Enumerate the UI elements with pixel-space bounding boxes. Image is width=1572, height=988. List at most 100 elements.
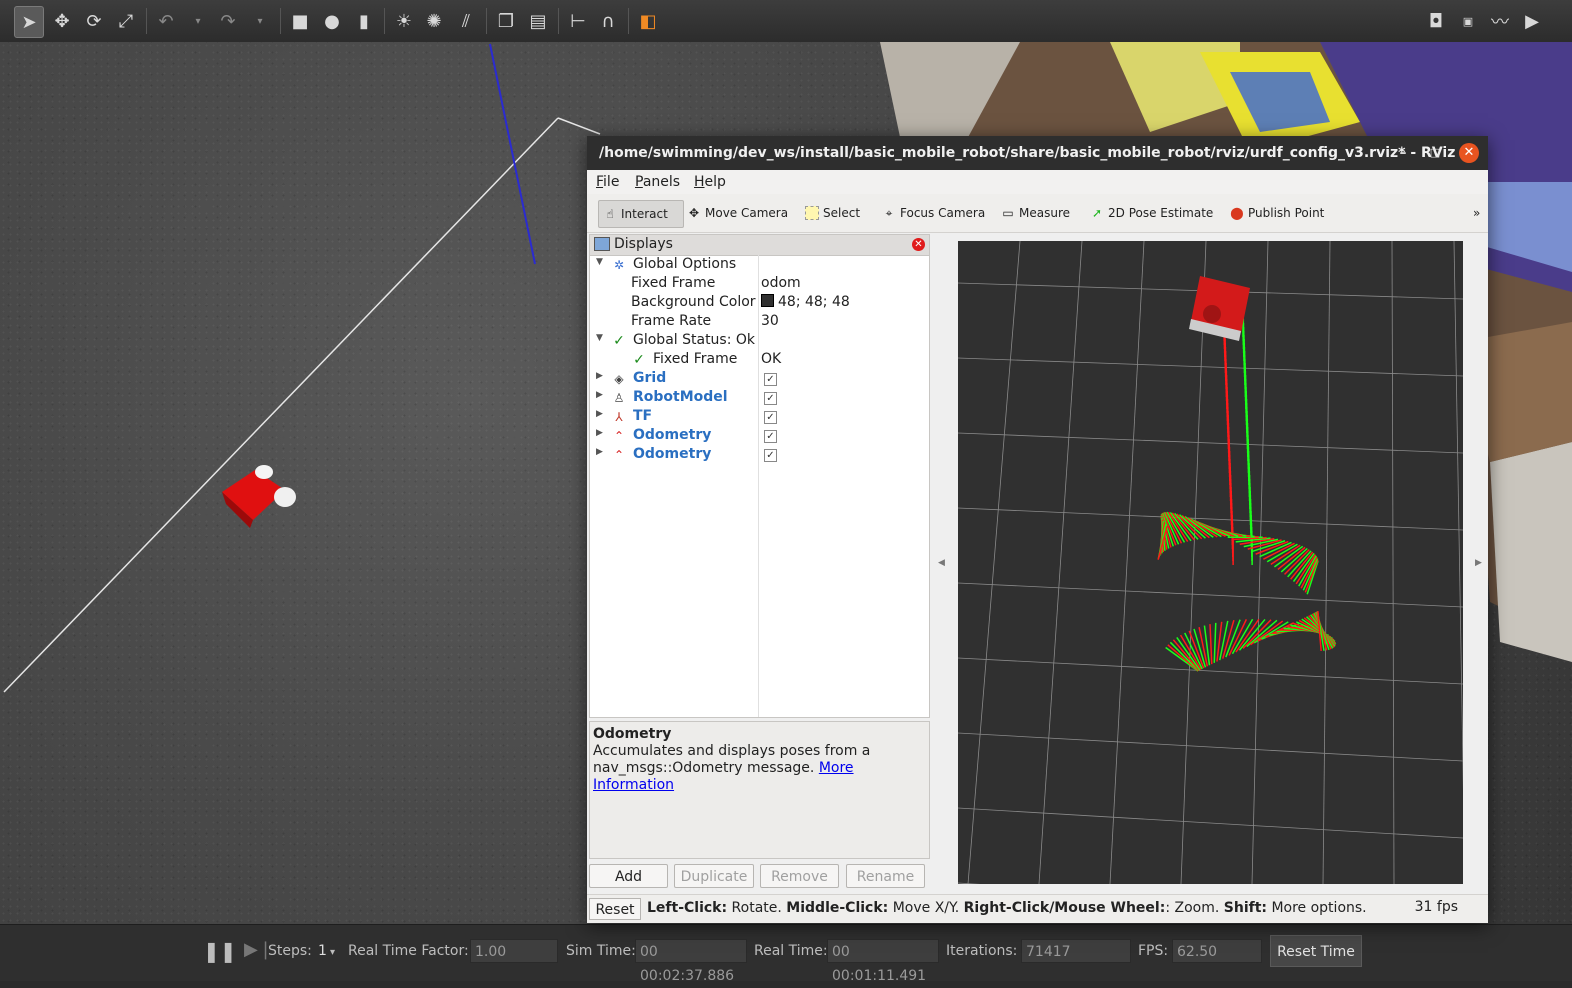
tool-select[interactable]: Select bbox=[801, 200, 864, 226]
tree-row-frame-rate[interactable]: Frame Rate 30 bbox=[590, 313, 929, 332]
undo-icon[interactable]: ↶ bbox=[152, 6, 180, 36]
odometry-arrow bbox=[1209, 624, 1213, 665]
tool-move-camera[interactable]: ✥ Move Camera bbox=[683, 200, 792, 226]
ruler-icon: ▭ bbox=[1002, 206, 1014, 220]
tool-focus-camera[interactable]: ⌖ Focus Camera bbox=[878, 200, 989, 226]
grid-line bbox=[957, 657, 1464, 685]
fixed-frame-value[interactable]: odom bbox=[761, 275, 801, 291]
grid-line bbox=[1109, 240, 1145, 885]
close-icon[interactable]: ✕ bbox=[1459, 143, 1479, 163]
maximize-icon[interactable]: □ bbox=[1425, 143, 1445, 163]
collapse-arrow-icon[interactable]: ▶ bbox=[596, 409, 606, 419]
undo-dropdown-icon[interactable]: ▾ bbox=[184, 6, 212, 36]
collapse-arrow-icon[interactable]: ▶ bbox=[596, 428, 606, 438]
rename-button[interactable]: Rename bbox=[846, 864, 925, 888]
fps-readout: 31 fps bbox=[1414, 899, 1458, 915]
menu-file[interactable]: File bbox=[596, 174, 619, 190]
grid-line bbox=[957, 807, 1464, 839]
steps-value[interactable]: 1 bbox=[318, 943, 327, 959]
sim-time-field: 00 00:02:37.886 bbox=[635, 939, 747, 984]
grid-line bbox=[957, 732, 1464, 762]
middle-click-text: Move X/Y. bbox=[892, 900, 960, 916]
log-icon[interactable]: ▣ bbox=[1454, 6, 1482, 36]
expand-arrow-icon[interactable]: ▼ bbox=[596, 257, 606, 267]
tool-measure-label: Measure bbox=[1019, 206, 1070, 220]
add-button[interactable]: Add bbox=[589, 864, 668, 888]
duplicate-button[interactable]: Duplicate bbox=[674, 864, 754, 888]
collapse-arrow-icon[interactable]: ▶ bbox=[596, 390, 606, 400]
tool-publish-point[interactable]: ⬤ Publish Point bbox=[1226, 200, 1328, 226]
rotate-icon[interactable]: ⟳ bbox=[80, 6, 108, 36]
menu-help[interactable]: Help bbox=[694, 174, 726, 190]
copy-icon[interactable]: ❐ bbox=[492, 6, 520, 36]
grid-line bbox=[1322, 240, 1331, 885]
box-icon[interactable]: ■ bbox=[286, 6, 314, 36]
display-enabled-checkbox[interactable]: ✓ bbox=[764, 449, 777, 462]
tree-row-background-color[interactable]: Background Color 48; 48; 48 bbox=[590, 294, 929, 313]
tool-focus-camera-label: Focus Camera bbox=[900, 206, 986, 220]
scale-icon[interactable]: ⤢ bbox=[112, 6, 140, 36]
color-icon[interactable]: ◧ bbox=[634, 6, 662, 36]
color-swatch bbox=[761, 294, 774, 307]
tree-row-global-options[interactable]: ▼ ✲ Global Options bbox=[590, 256, 929, 275]
remove-button[interactable]: Remove bbox=[760, 864, 839, 888]
odometry-icon: ⌃ bbox=[613, 448, 625, 462]
collapse-arrow-icon[interactable]: ▶ bbox=[596, 447, 606, 457]
background-color-field[interactable]: 48; 48; 48 bbox=[761, 294, 850, 310]
grid-line bbox=[957, 882, 1464, 916]
tree-row-fixed-frame[interactable]: Fixed Frame odom bbox=[590, 275, 929, 294]
tree-row-grid[interactable]: ▶ ◈ Grid ✓ bbox=[590, 370, 929, 389]
align-icon[interactable]: ⊢ bbox=[564, 6, 592, 36]
directional-light-icon[interactable]: ⫽ bbox=[452, 6, 480, 36]
tool-move-camera-label: Move Camera bbox=[705, 206, 789, 220]
expand-arrow-icon[interactable]: ▼ bbox=[596, 333, 606, 343]
toolbar-overflow-icon[interactable]: » bbox=[1469, 200, 1484, 226]
rviz-robot-model bbox=[1189, 276, 1250, 341]
steps-dropdown-icon[interactable]: ▾ bbox=[330, 947, 335, 958]
plot-icon[interactable]: 〰 bbox=[1486, 6, 1514, 36]
reset-time-button[interactable]: Reset Time bbox=[1270, 935, 1362, 967]
collapse-arrow-icon[interactable]: ▶ bbox=[596, 371, 606, 381]
tree-row-odometry-2[interactable]: ▶ ⌃ Odometry ✓ bbox=[590, 446, 929, 465]
cylinder-icon[interactable]: ▮ bbox=[350, 6, 378, 36]
tree-row-tf[interactable]: ▶ ⅄ TF ✓ bbox=[590, 408, 929, 427]
tree-row-odometry-1[interactable]: ▶ ⌃ Odometry ✓ bbox=[590, 427, 929, 446]
display-enabled-checkbox[interactable]: ✓ bbox=[764, 411, 777, 424]
redo-icon[interactable]: ↷ bbox=[214, 6, 242, 36]
tool-measure[interactable]: ▭ Measure bbox=[997, 200, 1074, 226]
magnet-icon[interactable]: ∩ bbox=[594, 6, 622, 36]
close-panel-icon[interactable]: ✕ bbox=[912, 238, 925, 251]
record-video-icon[interactable]: ▶ bbox=[1518, 6, 1546, 36]
frame-rate-value[interactable]: 30 bbox=[761, 313, 779, 329]
grid-line bbox=[1391, 240, 1395, 885]
collapse-right-panel-icon[interactable]: ▶ bbox=[1475, 558, 1482, 568]
tree-row-global-status[interactable]: ▼ ✓ Global Status: Ok bbox=[590, 332, 929, 351]
hand-pointer-icon: ☝ bbox=[606, 207, 614, 221]
display-enabled-checkbox[interactable]: ✓ bbox=[764, 392, 777, 405]
select-arrow-icon[interactable]: ➤ bbox=[14, 6, 44, 38]
menu-panels[interactable]: Panels bbox=[635, 174, 680, 190]
minimize-icon[interactable]: – bbox=[1393, 143, 1413, 163]
display-enabled-checkbox[interactable]: ✓ bbox=[764, 430, 777, 443]
spot-light-icon[interactable]: ✺ bbox=[420, 6, 448, 36]
point-light-icon[interactable]: ☀ bbox=[390, 6, 418, 36]
tree-row-robotmodel[interactable]: ▶ ♙ RobotModel ✓ bbox=[590, 389, 929, 408]
display-enabled-checkbox[interactable]: ✓ bbox=[764, 373, 777, 386]
redo-dropdown-icon[interactable]: ▾ bbox=[246, 6, 274, 36]
pause-icon[interactable]: ❚❚ bbox=[203, 939, 237, 963]
paste-icon[interactable]: ▤ bbox=[524, 6, 552, 36]
tree-row-status-fixed-frame[interactable]: ✓ Fixed Frame OK bbox=[590, 351, 929, 370]
boundary-line bbox=[557, 117, 601, 135]
reset-button[interactable]: Reset bbox=[589, 898, 641, 920]
toolbar-separator bbox=[628, 8, 629, 34]
tool-interact[interactable]: ☝ Interact bbox=[598, 200, 684, 228]
collapse-left-panel-icon[interactable]: ◀ bbox=[938, 558, 945, 568]
render-svg bbox=[957, 240, 1466, 916]
sphere-icon[interactable]: ● bbox=[318, 6, 346, 36]
rviz-render-view[interactable] bbox=[957, 240, 1466, 916]
screenshot-icon[interactable]: ◘ bbox=[1422, 6, 1450, 36]
translate-icon[interactable]: ✥ bbox=[48, 6, 76, 36]
tool-bar: ☝ Interact ✥ Move Camera Select ⌖ Focus … bbox=[587, 194, 1488, 233]
rviz-titlebar[interactable]: /home/swimming/dev_ws/install/basic_mobi… bbox=[587, 136, 1488, 170]
tool-2d-pose-estimate[interactable]: ➚ 2D Pose Estimate bbox=[1086, 200, 1217, 226]
